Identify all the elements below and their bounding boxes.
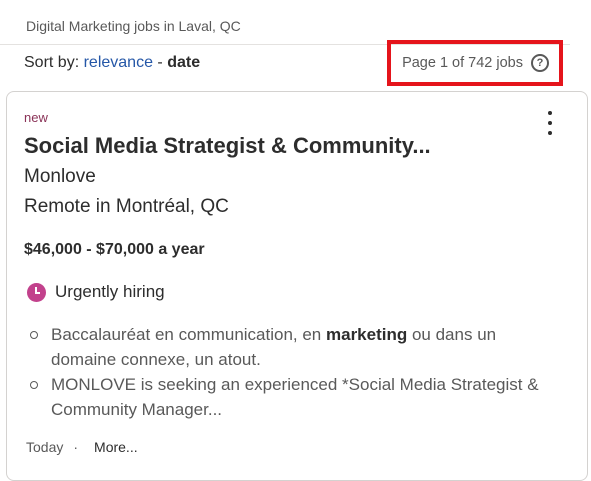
kebab-dot — [548, 131, 552, 135]
company-name: Monlove — [24, 166, 96, 187]
clock-icon — [27, 282, 46, 302]
help-icon[interactable]: ? — [531, 54, 549, 72]
kebab-dot — [548, 121, 552, 125]
job-footer: Today · More... — [26, 439, 138, 455]
job-title-link[interactable]: Social Media Strategist & Community... — [24, 133, 431, 159]
sort-date-link[interactable]: date — [167, 54, 200, 71]
sort-controls: Sort by: relevance - date — [24, 54, 200, 72]
footer-dot: · — [73, 439, 79, 455]
more-options-icon[interactable] — [543, 111, 557, 135]
bullet-icon — [30, 331, 38, 339]
job-snippet: Baccalauréat en communication, en market… — [30, 322, 560, 422]
bullet-icon — [30, 381, 38, 389]
urgently-hiring-badge: Urgently hiring — [27, 282, 165, 302]
sort-separator: - — [152, 54, 168, 71]
urgently-hiring-label: Urgently hiring — [55, 282, 165, 301]
snippet-item: MONLOVE is seeking an experienced *Socia… — [30, 372, 560, 422]
sort-relevance-link[interactable]: relevance — [84, 54, 153, 71]
search-heading: Digital Marketing jobs in Laval, QC — [26, 18, 241, 34]
snippet-item: Baccalauréat en communication, en market… — [30, 322, 560, 372]
snippet-text-before: Baccalauréat en communication, en — [51, 325, 326, 344]
snippet-text: MONLOVE is seeking an experienced *Socia… — [51, 375, 539, 419]
page-count: Page 1 of 742 jobs — [402, 55, 523, 71]
snippet-keyword: marketing — [326, 325, 408, 344]
salary: $46,000 - $70,000 a year — [24, 241, 205, 258]
job-location: Remote in Montréal, QC — [24, 196, 229, 217]
new-badge: new — [24, 110, 48, 125]
sort-label: Sort by: — [24, 54, 80, 71]
posted-date: Today — [26, 439, 64, 455]
kebab-dot — [548, 111, 552, 115]
pagination-highlight: Page 1 of 742 jobs ? — [387, 40, 563, 86]
more-link[interactable]: More... — [94, 439, 138, 455]
